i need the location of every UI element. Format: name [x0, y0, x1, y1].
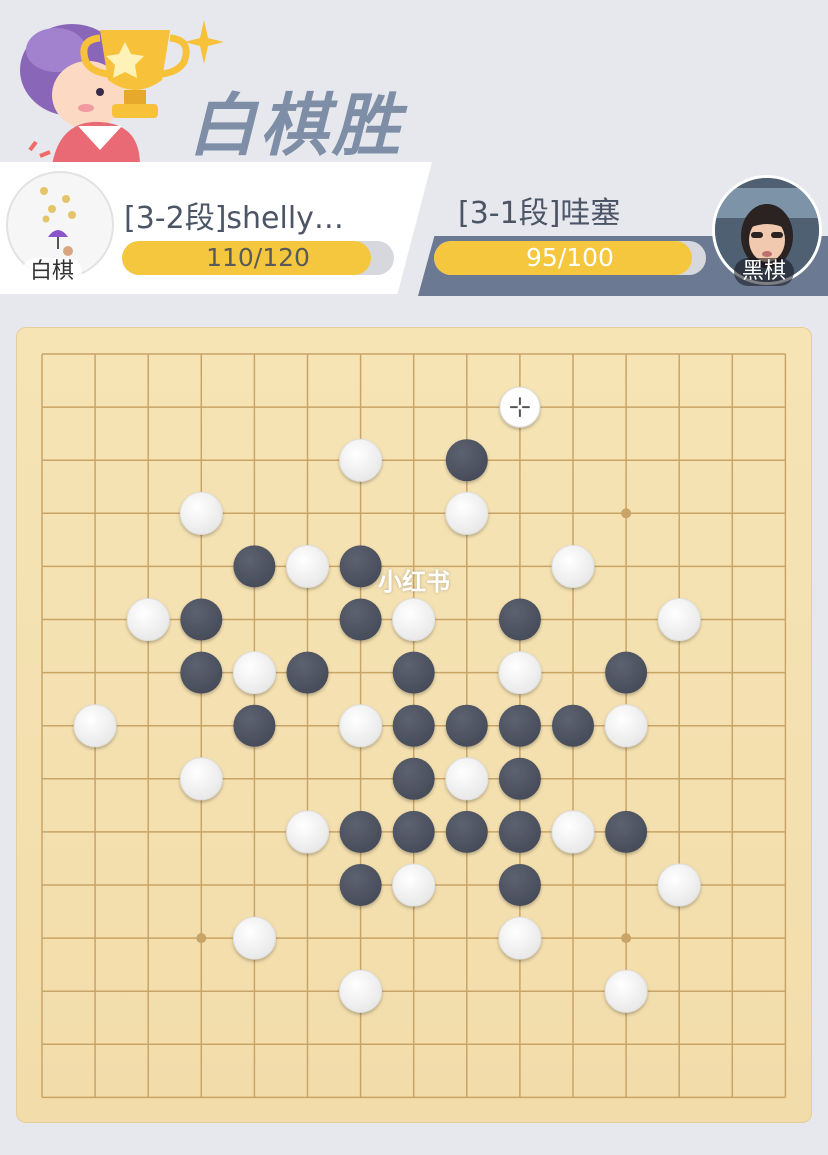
black-stone — [605, 810, 648, 853]
black-stone — [498, 757, 541, 800]
black-stone — [180, 651, 223, 694]
black-stone — [445, 810, 488, 853]
black-stone — [286, 651, 329, 694]
black-stone — [392, 704, 435, 747]
white-stone — [126, 598, 170, 641]
star-point — [196, 933, 207, 944]
white-stone — [392, 598, 436, 641]
black-stone — [498, 810, 541, 853]
white-stone — [604, 969, 648, 1013]
white-stone — [657, 863, 701, 907]
star-point — [621, 508, 632, 519]
black-stone — [180, 598, 223, 641]
white-stone — [286, 810, 329, 854]
white-stone — [339, 438, 383, 482]
white-stone — [445, 757, 489, 801]
black-stone — [392, 651, 435, 694]
white-stone — [498, 651, 542, 695]
white-stone — [232, 651, 276, 695]
white-stone — [657, 598, 701, 641]
black-stone — [233, 545, 276, 588]
black-stone — [233, 704, 276, 747]
white-stone — [232, 916, 276, 960]
white-stone — [604, 704, 648, 748]
white-stone — [498, 916, 542, 960]
white-stone — [339, 969, 383, 1013]
white-stone — [339, 704, 383, 748]
white-stone — [551, 810, 595, 854]
black-stone — [552, 704, 594, 747]
black-stone — [605, 651, 648, 694]
last-move-marker — [499, 386, 541, 428]
black-stone — [339, 598, 382, 641]
white-stone — [392, 863, 436, 907]
black-stone — [339, 810, 382, 853]
white-stone — [73, 704, 117, 748]
white-stone — [551, 544, 595, 588]
black-stone — [498, 704, 541, 747]
black-stone — [445, 704, 488, 747]
white-stone — [286, 544, 329, 588]
watermark: 小红书 — [378, 568, 450, 596]
black-stone — [392, 757, 435, 800]
black-stone — [445, 439, 488, 482]
black-stone — [392, 810, 435, 853]
black-stone — [498, 864, 541, 906]
white-stone — [445, 491, 489, 535]
star-point — [621, 933, 632, 944]
black-stone — [498, 598, 541, 641]
white-stone — [179, 757, 223, 801]
black-stone — [339, 545, 382, 588]
white-stone — [179, 491, 223, 535]
black-stone — [339, 864, 382, 906]
